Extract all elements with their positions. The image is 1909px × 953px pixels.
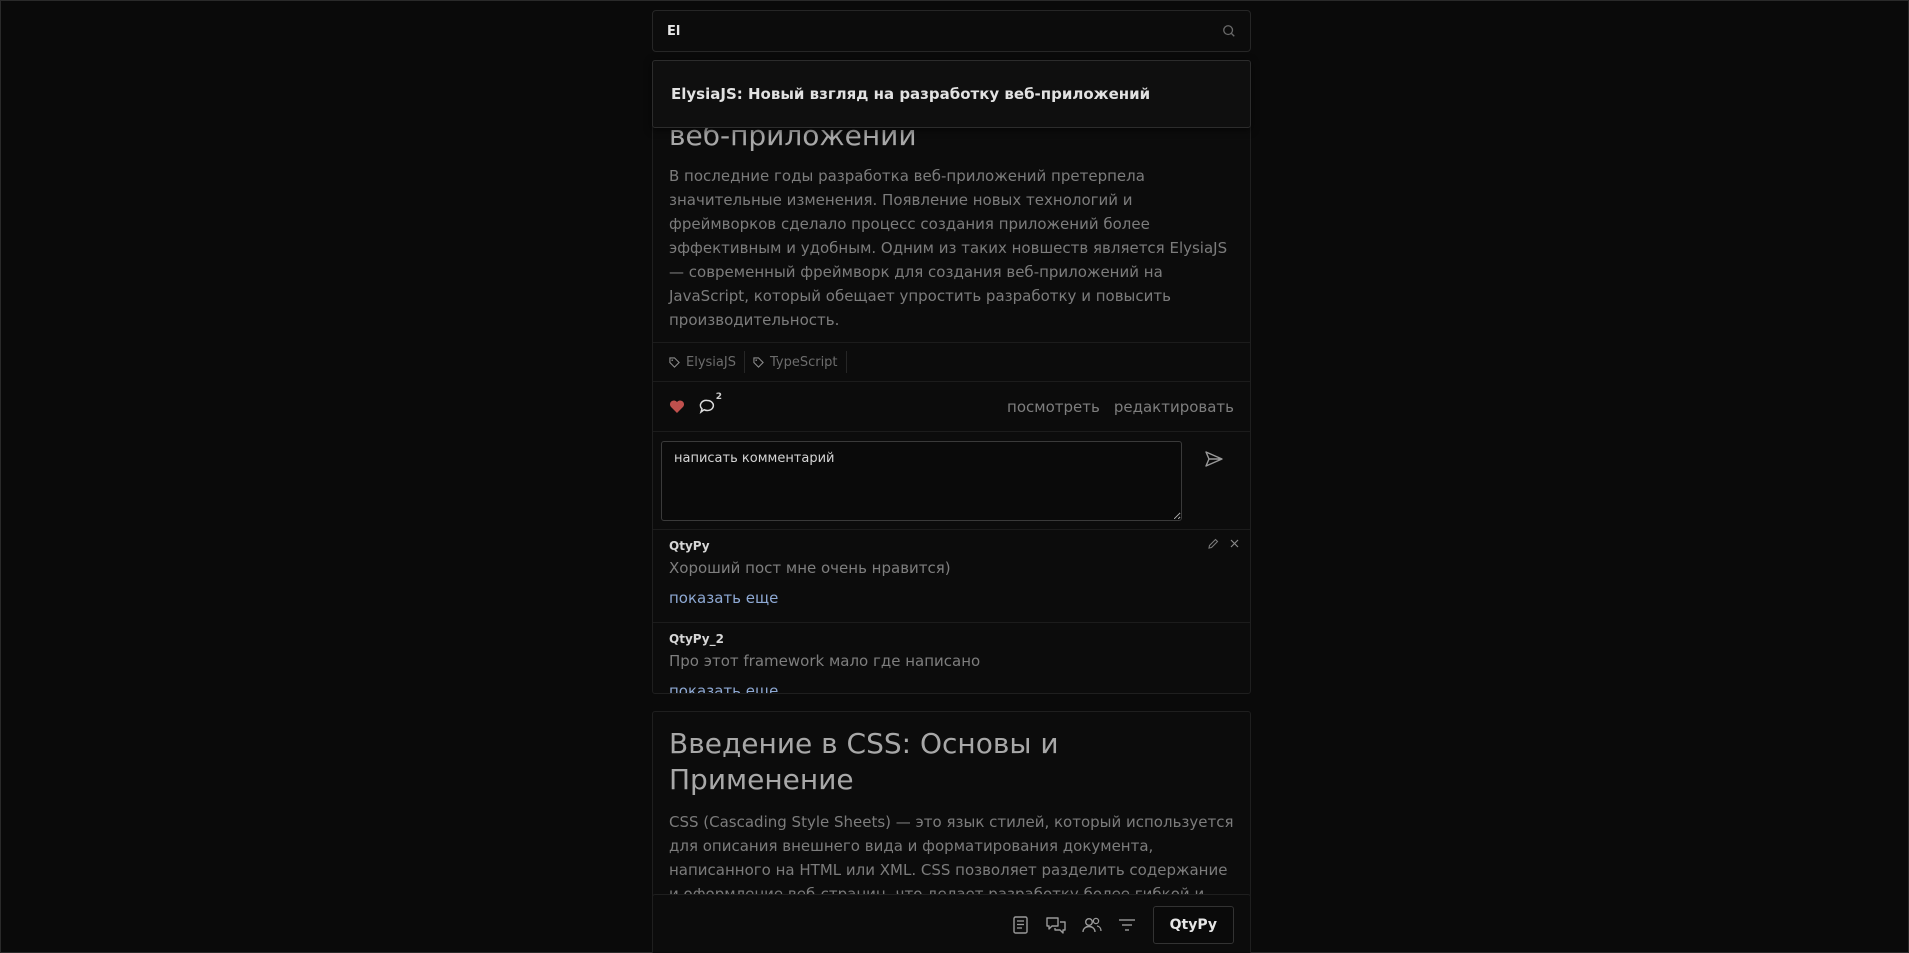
comment-input[interactable] bbox=[661, 441, 1182, 521]
search-icon[interactable] bbox=[1222, 24, 1236, 38]
chats-button[interactable] bbox=[1045, 915, 1067, 935]
search-input[interactable] bbox=[667, 23, 1222, 39]
comment-form bbox=[653, 432, 1250, 530]
send-icon bbox=[1205, 451, 1223, 467]
comment-text: Про этот framework мало где написано bbox=[669, 652, 981, 670]
user-profile-button[interactable]: QtyPy bbox=[1152, 905, 1234, 944]
post-card: веб-приложений В последние годы разработ… bbox=[652, 97, 1251, 694]
post-title[interactable]: Введение в CSS: Основы и Применение bbox=[653, 726, 1250, 798]
comment-item: QtyPy_2 Про этот framework мало где напи… bbox=[653, 623, 1250, 693]
search-bar[interactable] bbox=[652, 10, 1251, 52]
comments-button[interactable]: 2 bbox=[699, 392, 722, 415]
view-button[interactable]: посмотреть bbox=[1007, 398, 1100, 416]
users-button[interactable] bbox=[1081, 915, 1103, 935]
post-body: В последние годы разработка веб-приложен… bbox=[669, 167, 1228, 329]
comment-text: Хороший пост мне очень нравится) bbox=[669, 559, 951, 577]
posts-button[interactable] bbox=[1011, 915, 1031, 935]
tag-label: ElysiaJS bbox=[686, 354, 736, 370]
edit-icon[interactable] bbox=[1207, 538, 1219, 550]
heart-icon bbox=[669, 400, 685, 413]
users-icon bbox=[1081, 917, 1102, 932]
show-more-link[interactable]: показать еще bbox=[669, 586, 778, 610]
post-tags: ElysiaJS TypeScript bbox=[653, 342, 1250, 382]
bottom-nav-bar: QtyPy bbox=[652, 894, 1251, 953]
tag-icon bbox=[669, 356, 680, 368]
send-button[interactable] bbox=[1204, 449, 1224, 521]
filter-icon bbox=[1118, 918, 1135, 931]
comment-author[interactable]: QtyPy_2 bbox=[669, 631, 1234, 647]
post-actions: 2 посмотреть редактировать bbox=[653, 382, 1250, 432]
close-icon[interactable] bbox=[1229, 538, 1240, 549]
suggestion-item[interactable]: ElysiaJS: Новый взгляд на разработку веб… bbox=[671, 85, 1150, 103]
like-button[interactable] bbox=[669, 399, 685, 414]
tag-label: TypeScript bbox=[769, 354, 838, 370]
edit-button[interactable]: редактировать bbox=[1114, 398, 1234, 416]
comment-author[interactable]: QtyPy bbox=[669, 538, 1234, 554]
comment-tools bbox=[1207, 538, 1240, 550]
comment-count: 2 bbox=[715, 392, 722, 402]
tag-icon bbox=[753, 356, 764, 368]
tag-chip[interactable]: TypeScript bbox=[753, 351, 847, 373]
chats-icon bbox=[1045, 916, 1066, 934]
show-more-link[interactable]: показать еще bbox=[669, 679, 778, 693]
posts-icon bbox=[1012, 915, 1028, 934]
filter-button[interactable] bbox=[1117, 915, 1137, 935]
comment-icon bbox=[699, 399, 715, 414]
comment-item: QtyPy Хороший пост мне очень нравится) п… bbox=[653, 530, 1250, 623]
search-suggestions: ElysiaJS: Новый взгляд на разработку веб… bbox=[652, 60, 1251, 128]
tag-chip[interactable]: ElysiaJS bbox=[669, 351, 745, 373]
